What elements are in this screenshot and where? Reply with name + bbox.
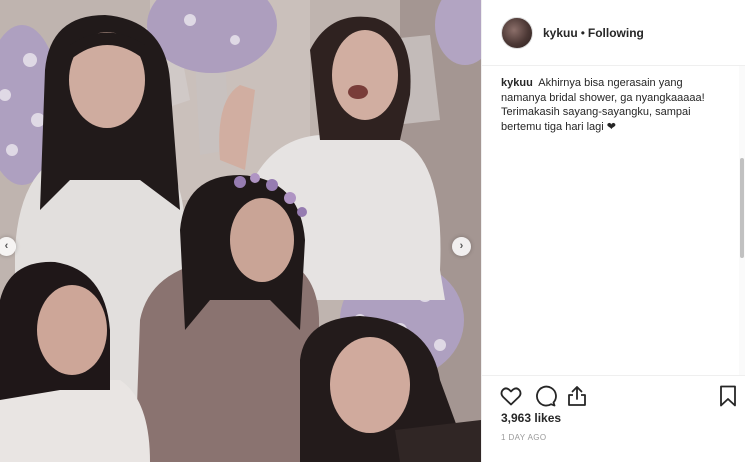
separator-dot: •	[580, 26, 585, 40]
post-side-panel: kykuu • Following kykuu Akhirnya bisa nger…	[481, 0, 745, 462]
scrollbar-thumb[interactable]	[740, 158, 744, 258]
avatar[interactable]	[501, 17, 533, 49]
chevron-right-icon: ›	[459, 240, 464, 252]
action-bar: 3,963 likes 1 DAY AGO	[482, 375, 745, 462]
post-header: kykuu • Following	[482, 0, 745, 66]
photo-illustration	[0, 0, 481, 462]
caption-username-link[interactable]: kykuu	[501, 77, 533, 89]
post-timestamp[interactable]: 1 DAY AGO	[501, 433, 547, 442]
comments-scrollbar[interactable]	[739, 66, 745, 376]
comment-icon[interactable]	[533, 384, 557, 408]
post-photo[interactable]: ‹ ›	[0, 0, 481, 462]
bookmark-icon[interactable]	[716, 384, 740, 408]
header-username-link[interactable]: kykuu	[543, 26, 578, 40]
caption: kykuu Akhirnya bisa ngerasain yang naman…	[501, 76, 713, 134]
likes-count[interactable]: 3,963 likes	[501, 411, 561, 425]
chevron-left-icon: ‹	[4, 240, 9, 252]
header-text: kykuu • Following	[543, 26, 644, 40]
heart-icon[interactable]	[499, 384, 523, 408]
carousel-next-button[interactable]: ›	[452, 237, 471, 256]
following-button[interactable]: Following	[588, 26, 644, 40]
share-icon[interactable]	[565, 384, 589, 408]
